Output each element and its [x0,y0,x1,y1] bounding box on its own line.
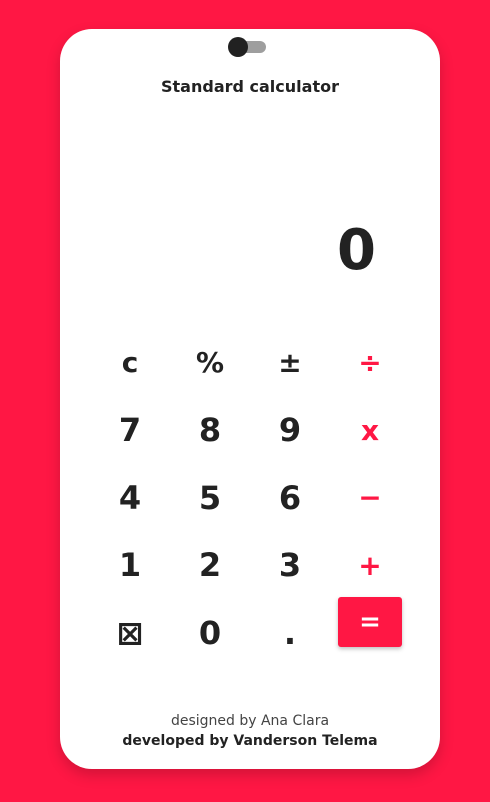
divide-button[interactable]: ÷ [330,329,410,397]
keypad: c % ± ÷ 7 8 9 x 4 5 6 − 1 2 3 + ⊠ 0 . = [90,329,410,667]
digit-6-button[interactable]: 6 [250,464,330,532]
decimal-button[interactable]: . [250,599,330,667]
digit-3-button[interactable]: 3 [250,532,330,600]
digit-4-button[interactable]: 4 [90,464,170,532]
designer-credit: designed by Ana Clara [170,713,330,729]
calculator-card: Standard calculator 0 c % ± ÷ 7 8 9 x 4 … [60,29,440,769]
result-display: 0 [337,218,376,283]
subtract-button[interactable]: − [330,464,410,532]
digit-1-button[interactable]: 1 [90,532,170,600]
clear-button[interactable]: c [90,329,170,397]
digit-8-button[interactable]: 8 [170,397,250,465]
add-button[interactable]: + [330,532,410,600]
theme-toggle[interactable] [228,37,266,57]
digit-0-button[interactable]: 0 [170,599,250,667]
equals-button[interactable]: = [338,597,402,647]
multiply-button[interactable]: x [330,397,410,465]
percent-button[interactable]: % [170,329,250,397]
sign-toggle-button[interactable]: ± [250,329,330,397]
digit-2-button[interactable]: 2 [170,532,250,600]
backspace-button[interactable]: ⊠ [90,599,170,667]
calculator-title: Standard calculator [161,77,339,96]
credits: designed by Ana Clara developed by Vande… [60,711,440,751]
toggle-knob[interactable] [228,37,248,57]
digit-5-button[interactable]: 5 [170,464,250,532]
digit-9-button[interactable]: 9 [250,397,330,465]
digit-7-button[interactable]: 7 [90,397,170,465]
developer-credit: developed by Vanderson Telema [122,733,378,749]
